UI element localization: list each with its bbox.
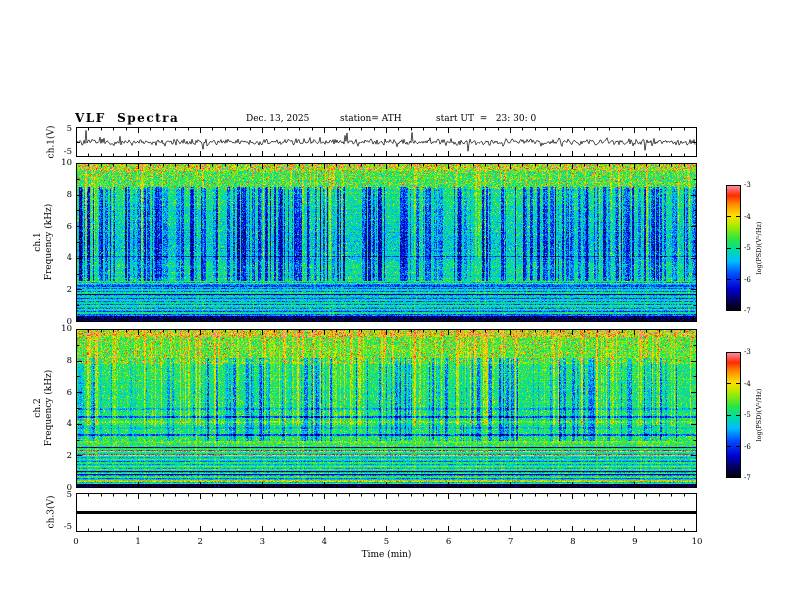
colorbar-tick-label: -6 xyxy=(744,442,751,451)
x-tick-label: 3 xyxy=(259,537,265,547)
ch1-spec-y-tick: 10 xyxy=(61,158,72,168)
x-tick-label: 2 xyxy=(197,537,203,547)
ch1-spectrogram-canvas xyxy=(76,163,697,322)
ch2-spec-ylabel: ch.2 Frequency (kHz) xyxy=(33,370,56,447)
vlf-spectra-figure: VLF Spectra Dec. 13, 2025 station= ATH s… xyxy=(0,0,792,612)
x-tick-label: 8 xyxy=(570,537,576,547)
colorbar-tick-label: -5 xyxy=(744,244,751,252)
ch3-wave-y-tick: 5 xyxy=(66,490,72,500)
ch2-spec-ylabel-line2: Frequency (kHz) xyxy=(44,369,54,447)
ch2-spec-y-tick: 2 xyxy=(66,451,72,462)
header-start-ut: start UT = 23: 30: 0 xyxy=(436,114,537,124)
ch1-spec-ylabel-line1: ch.1 xyxy=(32,232,43,252)
colorbar-2-canvas xyxy=(726,352,741,478)
x-tick-label: 4 xyxy=(321,537,328,547)
colorbar-1-canvas xyxy=(726,185,741,311)
colorbar-tick-label: -3 xyxy=(744,348,751,356)
ch1-spec-y-tick: 8 xyxy=(66,189,72,200)
ch2-spec-y-tick: 4 xyxy=(66,419,72,430)
colorbar-tick-label: -7 xyxy=(744,474,751,482)
colorbar-tick-label: -4 xyxy=(744,212,751,221)
ch1-spec-y-tick: 2 xyxy=(66,285,72,296)
ch2-spectrogram-canvas xyxy=(76,329,697,488)
x-tick-label: 10 xyxy=(691,537,703,547)
colorbar-2-label: log(PSD)(V²/Hz) xyxy=(755,388,763,442)
colorbar-tick-label: -7 xyxy=(744,307,751,315)
time-axis-label: Time (min) xyxy=(361,550,412,560)
colorbar-tick-label: -4 xyxy=(744,379,751,388)
colorbar-tick-label: -6 xyxy=(744,275,751,284)
header-date: Dec. 13, 2025 xyxy=(246,114,310,124)
x-tick-label: 9 xyxy=(632,537,638,547)
ch3-waveform-canvas xyxy=(76,493,697,532)
header-station: station= ATH xyxy=(340,114,402,124)
ch1-spec-ylabel: ch.1 Frequency (kHz) xyxy=(33,204,56,281)
ch2-spec-y-tick: 8 xyxy=(66,355,72,366)
x-tick-label: 1 xyxy=(135,537,141,547)
x-tick-label: 5 xyxy=(383,537,390,547)
ch2-spec-ylabel-line1: ch.2 xyxy=(32,398,43,418)
colorbar-tick-label: -5 xyxy=(744,411,751,419)
x-tick-label: 6 xyxy=(445,537,452,547)
ch1-wave-y-tick: -5 xyxy=(63,147,72,157)
ch1-spec-ylabel-line2: Frequency (kHz) xyxy=(44,203,54,281)
ch1-wave-y-tick: 5 xyxy=(66,124,72,134)
ch2-spec-y-tick: 6 xyxy=(66,387,72,398)
x-tick-label: 0 xyxy=(73,537,79,547)
ch2-spec-y-tick: 10 xyxy=(61,324,72,334)
figure-title: VLF Spectra xyxy=(75,111,180,125)
ch1-spec-y-tick: 6 xyxy=(66,221,72,232)
x-tick-label: 7 xyxy=(507,537,514,547)
ch1-waveform-canvas xyxy=(76,127,697,157)
ch3-wave-y-tick: -5 xyxy=(63,522,72,532)
colorbar-1-label: log(PSD)(V²/Hz) xyxy=(755,221,763,275)
colorbar-tick-label: -3 xyxy=(744,181,751,189)
ch1-spec-y-tick: 4 xyxy=(66,253,72,264)
